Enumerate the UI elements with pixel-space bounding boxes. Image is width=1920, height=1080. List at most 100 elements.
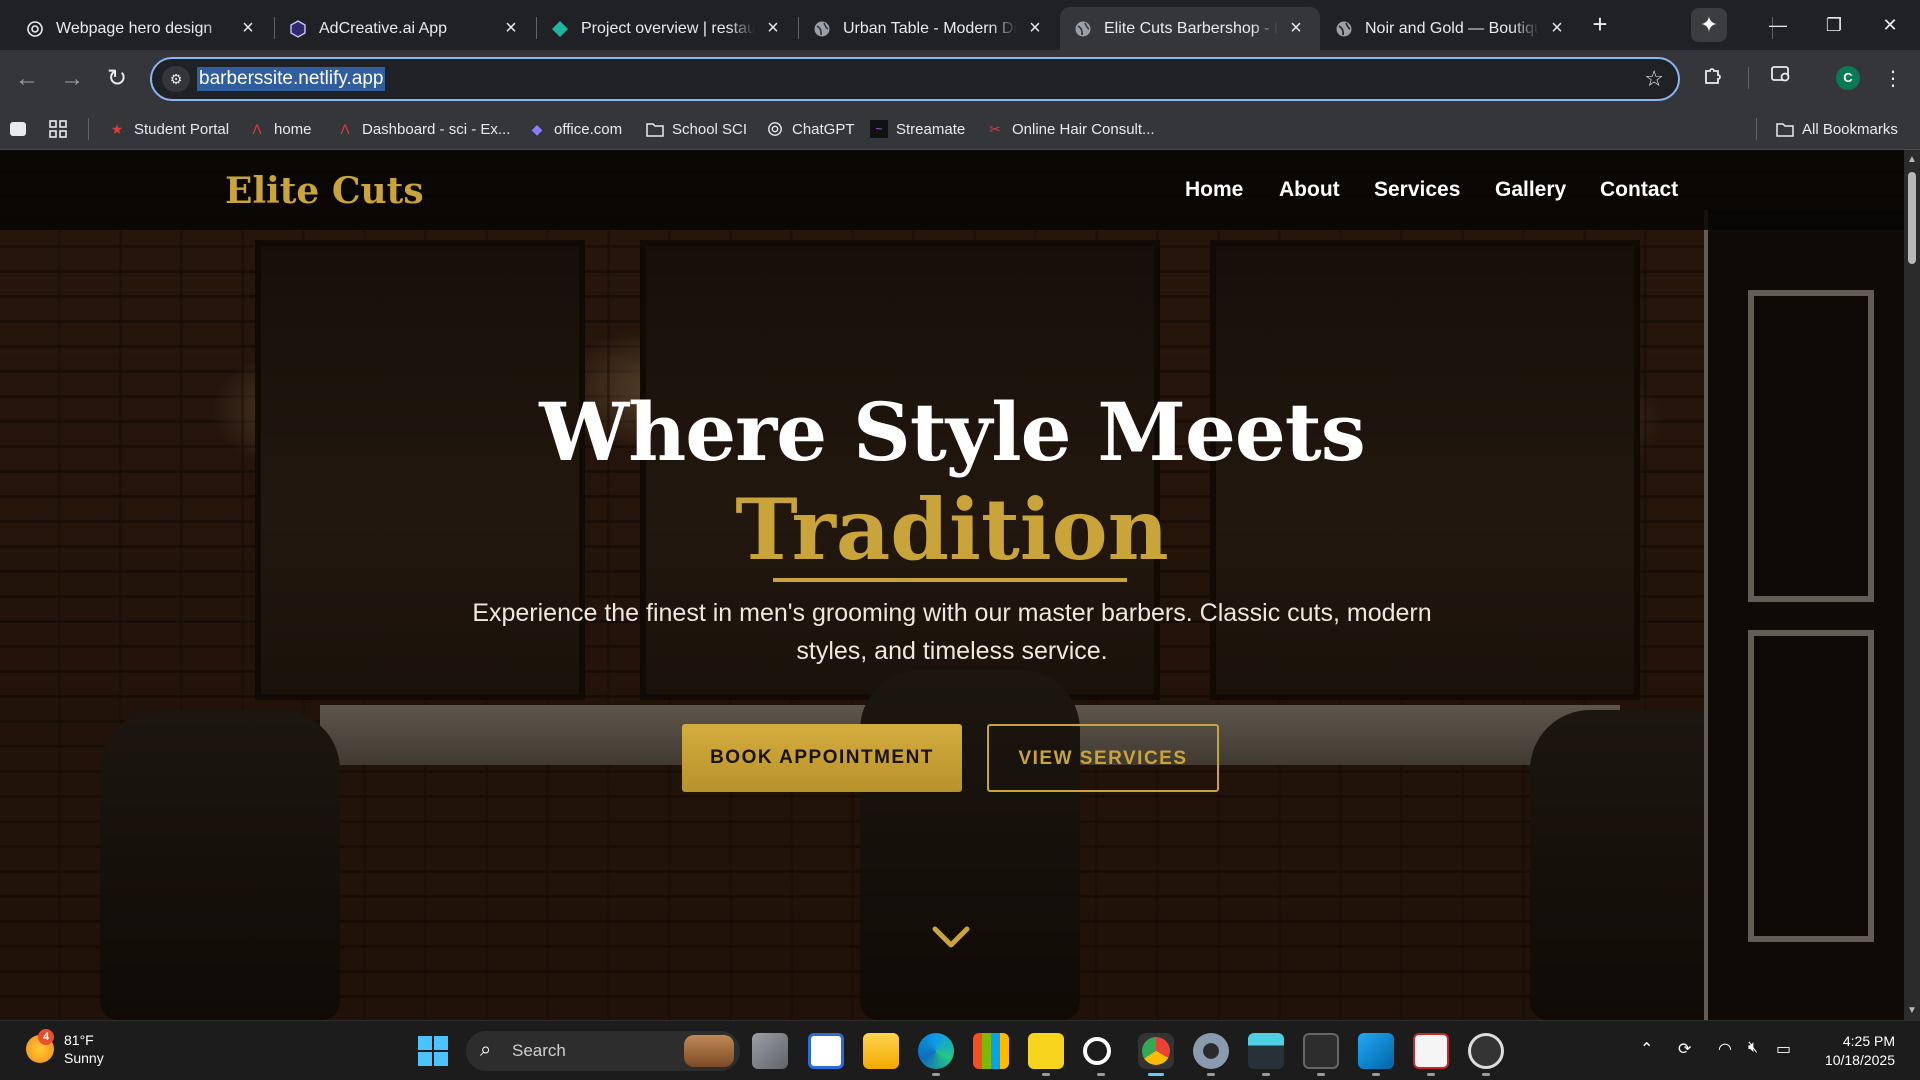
close-icon[interactable]: × xyxy=(1025,17,1045,39)
nav-contact[interactable]: Contact xyxy=(1600,178,1678,202)
running-indicator xyxy=(1427,1073,1435,1076)
terminal-icon[interactable] xyxy=(1303,1033,1339,1069)
forward-arrow-icon[interactable]: → xyxy=(55,62,89,96)
a-logo-icon: Λ xyxy=(340,121,350,137)
search-highlight-image xyxy=(684,1035,734,1067)
tab-noir-and-gold[interactable]: Noir and Gold — Boutique × xyxy=(1321,7,1581,50)
bookmark-star-icon[interactable]: ☆ xyxy=(1644,66,1664,92)
search-placeholder: Search xyxy=(512,1041,566,1060)
bookmark-streamate[interactable]: ~ Streamate xyxy=(870,118,965,140)
apps-grid-icon[interactable] xyxy=(48,118,68,140)
scissors-icon: ✂ xyxy=(989,120,1001,137)
bookmark-chatgpt[interactable]: ChatGPT xyxy=(766,118,855,140)
system-clock[interactable]: 4:25 PM 10/18/2025 xyxy=(1815,1032,1895,1070)
bookmark-office[interactable]: ◆ office.com xyxy=(528,118,622,140)
close-icon[interactable]: × xyxy=(238,17,258,39)
mute-icon[interactable]: 🔇︎ xyxy=(1748,1039,1758,1057)
close-window-button[interactable]: ✕ xyxy=(1868,8,1912,42)
scrollbar-thumb[interactable] xyxy=(1908,172,1916,264)
close-icon[interactable]: × xyxy=(501,17,521,39)
nav-services[interactable]: Services xyxy=(1374,178,1460,202)
page-viewport: Elite Cuts Home About Services Gallery C… xyxy=(0,150,1904,1020)
profile-avatar[interactable]: C xyxy=(1836,66,1860,90)
vscode-icon[interactable] xyxy=(1358,1033,1394,1069)
bookmark-dashboard[interactable]: Λ Dashboard - sci - Ex... xyxy=(336,118,510,140)
brand-logo[interactable]: Elite Cuts xyxy=(225,170,424,212)
close-icon[interactable]: × xyxy=(1286,17,1306,39)
new-tab-button[interactable]: + xyxy=(1586,11,1614,39)
address-bar[interactable]: ⚙ barberssite.netlify.app ☆ xyxy=(150,57,1680,101)
more-menu-icon[interactable]: ⋮ xyxy=(1876,62,1910,96)
edge-icon[interactable] xyxy=(918,1033,954,1069)
hero-overlay xyxy=(0,150,1904,1020)
tab-adcreative[interactable]: AdCreative.ai App × xyxy=(275,7,535,50)
running-indicator xyxy=(932,1073,940,1076)
all-bookmarks[interactable]: All Bookmarks xyxy=(1776,118,1898,140)
obs-icon[interactable] xyxy=(1083,1037,1111,1065)
sun-icon: 4 xyxy=(26,1029,54,1063)
bookmark-online-hair-consult[interactable]: ✂ Online Hair Consult... xyxy=(986,118,1154,140)
reload-icon[interactable]: ↻ xyxy=(100,62,134,96)
wifi-icon[interactable]: ◠ xyxy=(1718,1039,1732,1059)
tab-search-icon[interactable] xyxy=(1764,62,1798,96)
book-appointment-button[interactable]: BOOK APPOINTMENT xyxy=(682,724,962,792)
windows-start-icon[interactable] xyxy=(418,1036,448,1066)
page-scrollbar[interactable]: ▲ ▼ xyxy=(1904,150,1920,1020)
nav-home[interactable]: Home xyxy=(1185,178,1243,202)
back-arrow-icon[interactable]: ← xyxy=(10,62,44,96)
chrome-icon-wrapper[interactable] xyxy=(1138,1033,1174,1069)
sync-icon[interactable]: ⟳ xyxy=(1678,1039,1691,1059)
tab-elite-cuts[interactable]: Elite Cuts Barbershop - Premium × xyxy=(1060,7,1320,50)
nav-about[interactable]: About xyxy=(1279,178,1340,202)
battery-icon[interactable]: ▭ xyxy=(1776,1039,1791,1059)
tab-webpage-hero-design[interactable]: Webpage hero design × xyxy=(12,7,272,50)
bookmark-label: Dashboard - sci - Ex... xyxy=(362,120,511,138)
chevron-up-icon[interactable]: ⌃ xyxy=(1640,1039,1653,1059)
scroll-down-arrow-icon[interactable]: ▼ xyxy=(1907,1005,1917,1016)
weather-widget[interactable]: 4 81°F Sunny xyxy=(26,1029,104,1067)
close-icon[interactable]: × xyxy=(763,17,783,39)
minimize-button[interactable]: — xyxy=(1756,8,1800,42)
view-services-button[interactable]: VIEW SERVICES xyxy=(987,724,1219,792)
screen-app-icon[interactable] xyxy=(1248,1033,1284,1069)
gemini-sparkle-icon[interactable]: ✦ xyxy=(1691,8,1727,42)
all-bookmarks-label: All Bookmarks xyxy=(1802,120,1898,138)
microsoft-store-icon[interactable] xyxy=(973,1033,1009,1069)
running-indicator xyxy=(1372,1073,1380,1076)
tab-project-overview[interactable]: Project overview | restaurant × xyxy=(537,7,797,50)
tab-urban-table[interactable]: Urban Table - Modern Dining × xyxy=(799,7,1059,50)
file-explorer-icon[interactable] xyxy=(863,1033,899,1069)
task-view-icon[interactable] xyxy=(752,1033,788,1069)
hero-title-highlight: Tradition xyxy=(735,480,1169,579)
bookmark-label: Streamate xyxy=(896,120,966,138)
search-icon: ⌕ xyxy=(480,1039,492,1061)
chrome-icon xyxy=(1142,1037,1170,1065)
media-player-icon[interactable] xyxy=(1468,1033,1504,1069)
close-icon[interactable]: × xyxy=(1547,17,1567,39)
openai-icon xyxy=(26,20,44,38)
scroll-up-arrow-icon[interactable]: ▲ xyxy=(1907,154,1917,165)
chevron-down-icon[interactable] xyxy=(932,925,970,949)
tab-title: Urban Table - Modern Dining xyxy=(843,19,1017,37)
snipping-tool-icon[interactable] xyxy=(1413,1033,1449,1069)
bookmark-school-sci[interactable]: School SCI xyxy=(646,118,747,140)
bookmark-home[interactable]: Λ home xyxy=(248,118,311,140)
sticky-notes-icon[interactable] xyxy=(1028,1033,1064,1069)
tab-groups-icon[interactable] xyxy=(10,118,26,140)
toolbar-divider xyxy=(1748,67,1749,89)
taskbar-search[interactable]: ⌕ Search xyxy=(466,1031,740,1071)
running-indicator xyxy=(1482,1073,1490,1076)
hero-subtitle: Experience the finest in men's grooming … xyxy=(472,599,1432,665)
extensions-icon[interactable] xyxy=(1696,62,1730,96)
restore-button[interactable]: ❐ xyxy=(1812,8,1856,42)
url-text[interactable]: barberssite.netlify.app xyxy=(197,67,386,91)
globe-icon xyxy=(813,20,831,38)
bookmark-student-portal[interactable]: ★ Student Portal xyxy=(108,118,229,140)
clock-date: 10/18/2025 xyxy=(1824,1052,1895,1068)
clock-time: 4:25 PM xyxy=(1842,1033,1895,1049)
hero-title: Where Style Meets xyxy=(539,385,1366,479)
nav-gallery[interactable]: Gallery xyxy=(1495,178,1566,202)
site-info-icon[interactable]: ⚙ xyxy=(162,66,190,92)
settings-icon[interactable] xyxy=(1193,1033,1229,1069)
word-icon[interactable] xyxy=(808,1033,844,1069)
